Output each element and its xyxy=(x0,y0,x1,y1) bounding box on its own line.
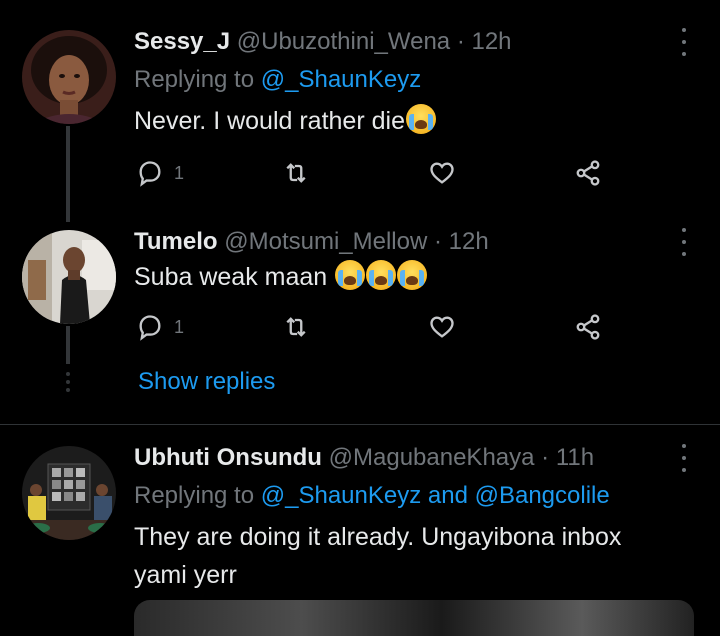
user-handle[interactable]: @MagubaneKhaya xyxy=(329,444,535,471)
tweet-text-content: Suba weak maan xyxy=(134,263,328,291)
retweet-icon xyxy=(286,317,306,337)
replying-to-label: Replying to xyxy=(134,482,255,509)
separator-dot: · xyxy=(456,28,465,55)
reply-button[interactable]: 1 xyxy=(136,312,184,342)
display-name[interactable]: Sessy_J xyxy=(134,28,230,55)
like-button[interactable] xyxy=(428,158,456,188)
more-icon[interactable] xyxy=(678,228,690,256)
separator-dot: · xyxy=(433,228,442,255)
tweet-text: Never. I would rather die xyxy=(134,102,694,140)
loudly-crying-face-icon xyxy=(397,260,428,290)
display-name[interactable]: Tumelo xyxy=(134,228,218,255)
action-bar: 1 xyxy=(134,158,614,188)
tweet-text: Suba weak maan xyxy=(134,258,694,296)
tweet-header: Ubhuti Onsundu @MagubaneKhaya · 11h xyxy=(134,444,594,472)
loudly-crying-face-icon xyxy=(405,104,436,134)
more-icon[interactable] xyxy=(678,28,690,56)
avatar[interactable] xyxy=(22,30,116,124)
like-icon xyxy=(430,316,454,338)
timestamp[interactable]: 12h xyxy=(449,228,489,255)
media-image[interactable] xyxy=(134,600,694,636)
share-button[interactable] xyxy=(574,312,602,342)
thread-dots xyxy=(66,372,70,392)
share-button[interactable] xyxy=(574,158,602,188)
tweet-text: They are doing it already. Ungayibona in… xyxy=(134,518,694,594)
timestamp[interactable]: 12h xyxy=(471,28,511,55)
tweet-text-line: yami yerr xyxy=(134,561,237,589)
mention-link[interactable]: @_ShaunKeyz xyxy=(261,482,421,509)
tweet-text-line: They are doing it already. Ungayibona in… xyxy=(134,523,622,551)
separator-dot: · xyxy=(541,444,550,471)
reply-icon xyxy=(139,161,161,187)
tweet-text-content: Never. I would rather die xyxy=(134,107,405,135)
reply-button[interactable]: 1 xyxy=(136,158,184,188)
loudly-crying-face-icon xyxy=(366,260,397,290)
reply-count: 1 xyxy=(174,316,185,337)
avatar[interactable] xyxy=(22,446,116,540)
tweet-header: Sessy_J @Ubuzothini_Wena · 12h xyxy=(134,28,512,56)
like-icon xyxy=(430,162,454,184)
thread-line xyxy=(66,326,70,364)
more-icon[interactable] xyxy=(678,444,690,472)
user-handle[interactable]: @Motsumi_Mellow xyxy=(224,228,427,255)
tweet-header: Tumelo @Motsumi_Mellow · 12h xyxy=(134,228,489,256)
timestamp[interactable]: 11h xyxy=(556,444,594,471)
replying-to: Replying to @_ShaunKeyz and @Bangcolile xyxy=(134,482,610,510)
action-bar: 1 xyxy=(134,312,614,342)
show-replies-link[interactable]: Show replies xyxy=(138,368,275,396)
retweet-button[interactable] xyxy=(282,158,310,188)
user-handle[interactable]: @Ubuzothini_Wena xyxy=(237,28,450,55)
thread-line xyxy=(66,126,70,222)
retweet-button[interactable] xyxy=(282,312,310,342)
loudly-crying-face-icon xyxy=(335,260,366,290)
share-icon xyxy=(576,314,600,340)
avatar[interactable] xyxy=(22,230,116,324)
mention-link[interactable]: @Bangcolile xyxy=(475,482,610,509)
share-icon xyxy=(576,160,600,186)
replying-to: Replying to @_ShaunKeyz xyxy=(134,66,421,94)
like-button[interactable] xyxy=(428,312,456,342)
reply-icon xyxy=(139,315,161,341)
replying-to-label: Replying to xyxy=(134,66,255,93)
reply-count: 1 xyxy=(174,162,185,183)
mention-joiner: and xyxy=(427,482,468,509)
display-name[interactable]: Ubhuti Onsundu xyxy=(134,444,322,471)
mention-link[interactable]: @_ShaunKeyz xyxy=(261,66,421,93)
retweet-icon xyxy=(286,163,306,183)
divider xyxy=(0,424,720,425)
